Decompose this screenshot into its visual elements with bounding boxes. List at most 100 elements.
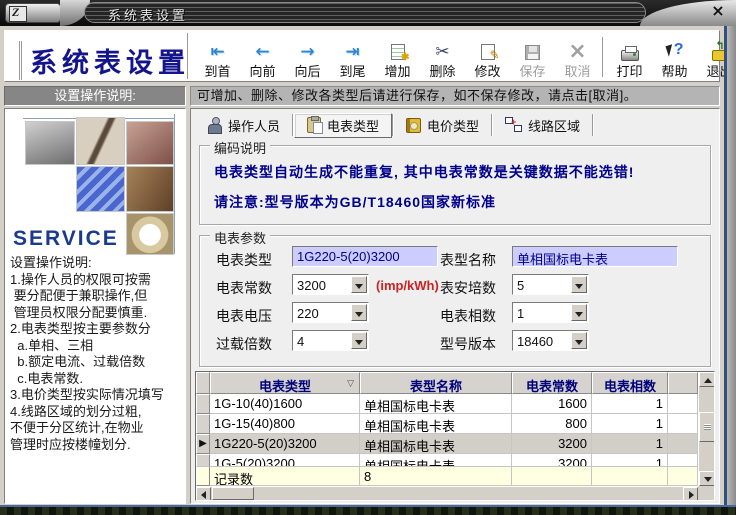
dropdown-arrow-icon[interactable] bbox=[571, 304, 587, 321]
instruction-line: 1.操作人员的权限可按需 bbox=[10, 272, 186, 289]
current-row-arrow-icon bbox=[196, 434, 210, 454]
photo-stapler bbox=[25, 121, 75, 165]
tab-operators[interactable]: 操作人员 bbox=[195, 113, 292, 138]
photo-pen bbox=[76, 117, 125, 165]
overload-label: 过载倍数 bbox=[216, 334, 272, 354]
sort-icon: ▽ bbox=[347, 378, 354, 389]
meter-constant-select[interactable]: 3200 bbox=[292, 274, 369, 295]
app-window: 系统表设置 系统表设置 到首 向前 向后 到尾 bbox=[0, 0, 736, 515]
model-version-select[interactable]: 18460 bbox=[512, 330, 589, 351]
meter-type-icon bbox=[307, 117, 321, 133]
photo-keyboard bbox=[76, 166, 125, 212]
vertical-scroll-thumb[interactable] bbox=[699, 412, 715, 442]
model-name-label: 表型名称 bbox=[440, 250, 496, 270]
overload-select[interactable]: 4 bbox=[292, 330, 369, 351]
coding-note-group: 编码说明 电表类型自动生成不能重复, 其中电表常数是关键数据不能选错! 请注意:… bbox=[199, 145, 711, 225]
group-title: 电表参数 bbox=[210, 228, 270, 247]
print-button[interactable]: 打印 bbox=[607, 32, 652, 82]
tab-bar: 操作人员 电表类型 电价类型 线路区域 bbox=[195, 112, 594, 138]
go-next-button[interactable]: 向后 bbox=[285, 32, 330, 82]
vertical-scrollbar[interactable] bbox=[698, 372, 714, 486]
dropdown-arrow-icon[interactable] bbox=[571, 276, 587, 293]
coding-note-line1: 电表类型自动生成不能重复, 其中电表常数是关键数据不能选错! bbox=[214, 162, 634, 182]
delete-button[interactable]: 删除 bbox=[420, 32, 465, 82]
tab-meter-types[interactable]: 电表类型 bbox=[294, 113, 392, 138]
col-header-meter-constant[interactable]: 电表常数 bbox=[512, 372, 592, 394]
instruction-line: c.电表常数. bbox=[10, 371, 186, 388]
scroll-up-icon[interactable] bbox=[699, 372, 715, 387]
table-row-selected[interactable]: 1G220-5(20)3200 单相国标电卡表 3200 1 bbox=[196, 434, 698, 454]
row-selector bbox=[196, 414, 210, 434]
voltage-label: 电表电压 bbox=[216, 306, 272, 326]
scroll-down-icon[interactable] bbox=[699, 471, 715, 486]
instruction-line: 不便于分区统计,在物业 bbox=[10, 420, 186, 437]
window-frame-right bbox=[724, 26, 736, 505]
tab-line-areas[interactable]: 线路区域 bbox=[493, 113, 592, 138]
go-next-icon bbox=[300, 43, 314, 61]
unit-suffix: (imp/kWh) bbox=[376, 278, 439, 293]
tab-price-types[interactable]: 电价类型 bbox=[394, 113, 491, 138]
ampere-select[interactable]: 5 bbox=[512, 274, 589, 295]
edit-button[interactable]: 修改 bbox=[465, 32, 510, 82]
edit-icon bbox=[481, 44, 495, 60]
phase-select[interactable]: 1 bbox=[512, 302, 589, 323]
go-last-icon bbox=[345, 43, 359, 61]
go-first-icon bbox=[210, 43, 224, 61]
group-title: 编码说明 bbox=[210, 138, 270, 157]
col-header-filler bbox=[668, 372, 698, 394]
tab-separator bbox=[592, 114, 594, 136]
scroll-right-icon[interactable] bbox=[683, 487, 698, 501]
meter-type-label: 电表类型 bbox=[216, 250, 272, 270]
col-header-meter-type[interactable]: 电表类型▽ bbox=[210, 372, 360, 394]
instruction-line: 管理时应按楼幢划分. bbox=[10, 437, 186, 454]
meter-params-group: 电表参数 电表类型 1G220-5(20)3200 表型名称 单相国标电卡表 电… bbox=[199, 235, 711, 367]
row-selector bbox=[196, 394, 210, 414]
operator-icon bbox=[207, 117, 222, 133]
go-first-button[interactable]: 到首 bbox=[195, 32, 240, 82]
instruction-line: 4.线路区域的划分过粗, bbox=[10, 404, 186, 421]
table-row[interactable]: 1G-10(40)1600 单相国标电卡表 1600 1 bbox=[196, 394, 698, 414]
instruction-line: a.单相、三相 bbox=[10, 338, 186, 355]
window-title: 系统表设置 bbox=[108, 5, 188, 24]
go-prev-button[interactable]: 向前 bbox=[240, 32, 285, 82]
dropdown-arrow-icon[interactable] bbox=[351, 276, 367, 293]
save-button: 保存 bbox=[510, 32, 555, 82]
photo-pocket-watch bbox=[126, 213, 174, 255]
horizontal-scrollbar[interactable] bbox=[196, 486, 698, 500]
collage-line-v bbox=[174, 114, 175, 254]
meter-type-field[interactable]: 1G220-5(20)3200 bbox=[292, 246, 438, 267]
scroll-left-icon[interactable] bbox=[196, 487, 211, 501]
app-logo-icon bbox=[5, 3, 61, 23]
horizontal-scroll-thumb[interactable] bbox=[212, 487, 254, 500]
instruction-line: 要分配便于兼职操作,但 bbox=[10, 288, 186, 305]
col-header-model-name[interactable]: 表型名称 bbox=[360, 372, 512, 394]
col-header-phase[interactable]: 电表相数 bbox=[592, 372, 668, 394]
dropdown-arrow-icon[interactable] bbox=[351, 304, 367, 321]
page-title: 系统表设置 bbox=[19, 41, 190, 80]
print-icon bbox=[621, 50, 639, 61]
save-icon bbox=[525, 45, 540, 60]
go-last-button[interactable]: 到尾 bbox=[330, 32, 375, 82]
row-selector-header bbox=[196, 372, 210, 394]
dropdown-arrow-icon[interactable] bbox=[351, 332, 367, 349]
go-prev-icon bbox=[255, 43, 269, 61]
voltage-select[interactable]: 220 bbox=[292, 302, 369, 323]
record-count-label: 记录数 bbox=[210, 466, 360, 486]
help-button[interactable]: 帮助 bbox=[652, 32, 697, 82]
model-version-label: 型号版本 bbox=[440, 334, 496, 354]
model-name-field[interactable]: 单相国标电卡表 bbox=[512, 246, 678, 267]
add-icon bbox=[391, 44, 405, 60]
dropdown-arrow-icon[interactable] bbox=[571, 332, 587, 349]
add-button[interactable]: 增加 bbox=[375, 32, 420, 82]
main-panel: 操作人员 电表类型 电价类型 线路区域 编码说明 电表类型自动生成不能重复, 其… bbox=[190, 108, 720, 504]
record-count-value: 8 bbox=[360, 466, 512, 486]
cancel-icon bbox=[568, 43, 586, 61]
toolbar-separator bbox=[602, 37, 604, 77]
price-type-icon bbox=[406, 118, 421, 133]
sidebar: SERVICE 设置操作说明: 1.操作人员的权限可按需 要分配便于兼职操作,但… bbox=[4, 108, 186, 504]
table-row[interactable]: 1G-15(40)800 单相国标电卡表 800 1 bbox=[196, 414, 698, 434]
phase-label: 电表相数 bbox=[440, 306, 496, 326]
titlebar: 系统表设置 bbox=[0, 0, 736, 26]
scrollbar-corner bbox=[698, 486, 714, 500]
close-button[interactable] bbox=[708, 3, 728, 21]
